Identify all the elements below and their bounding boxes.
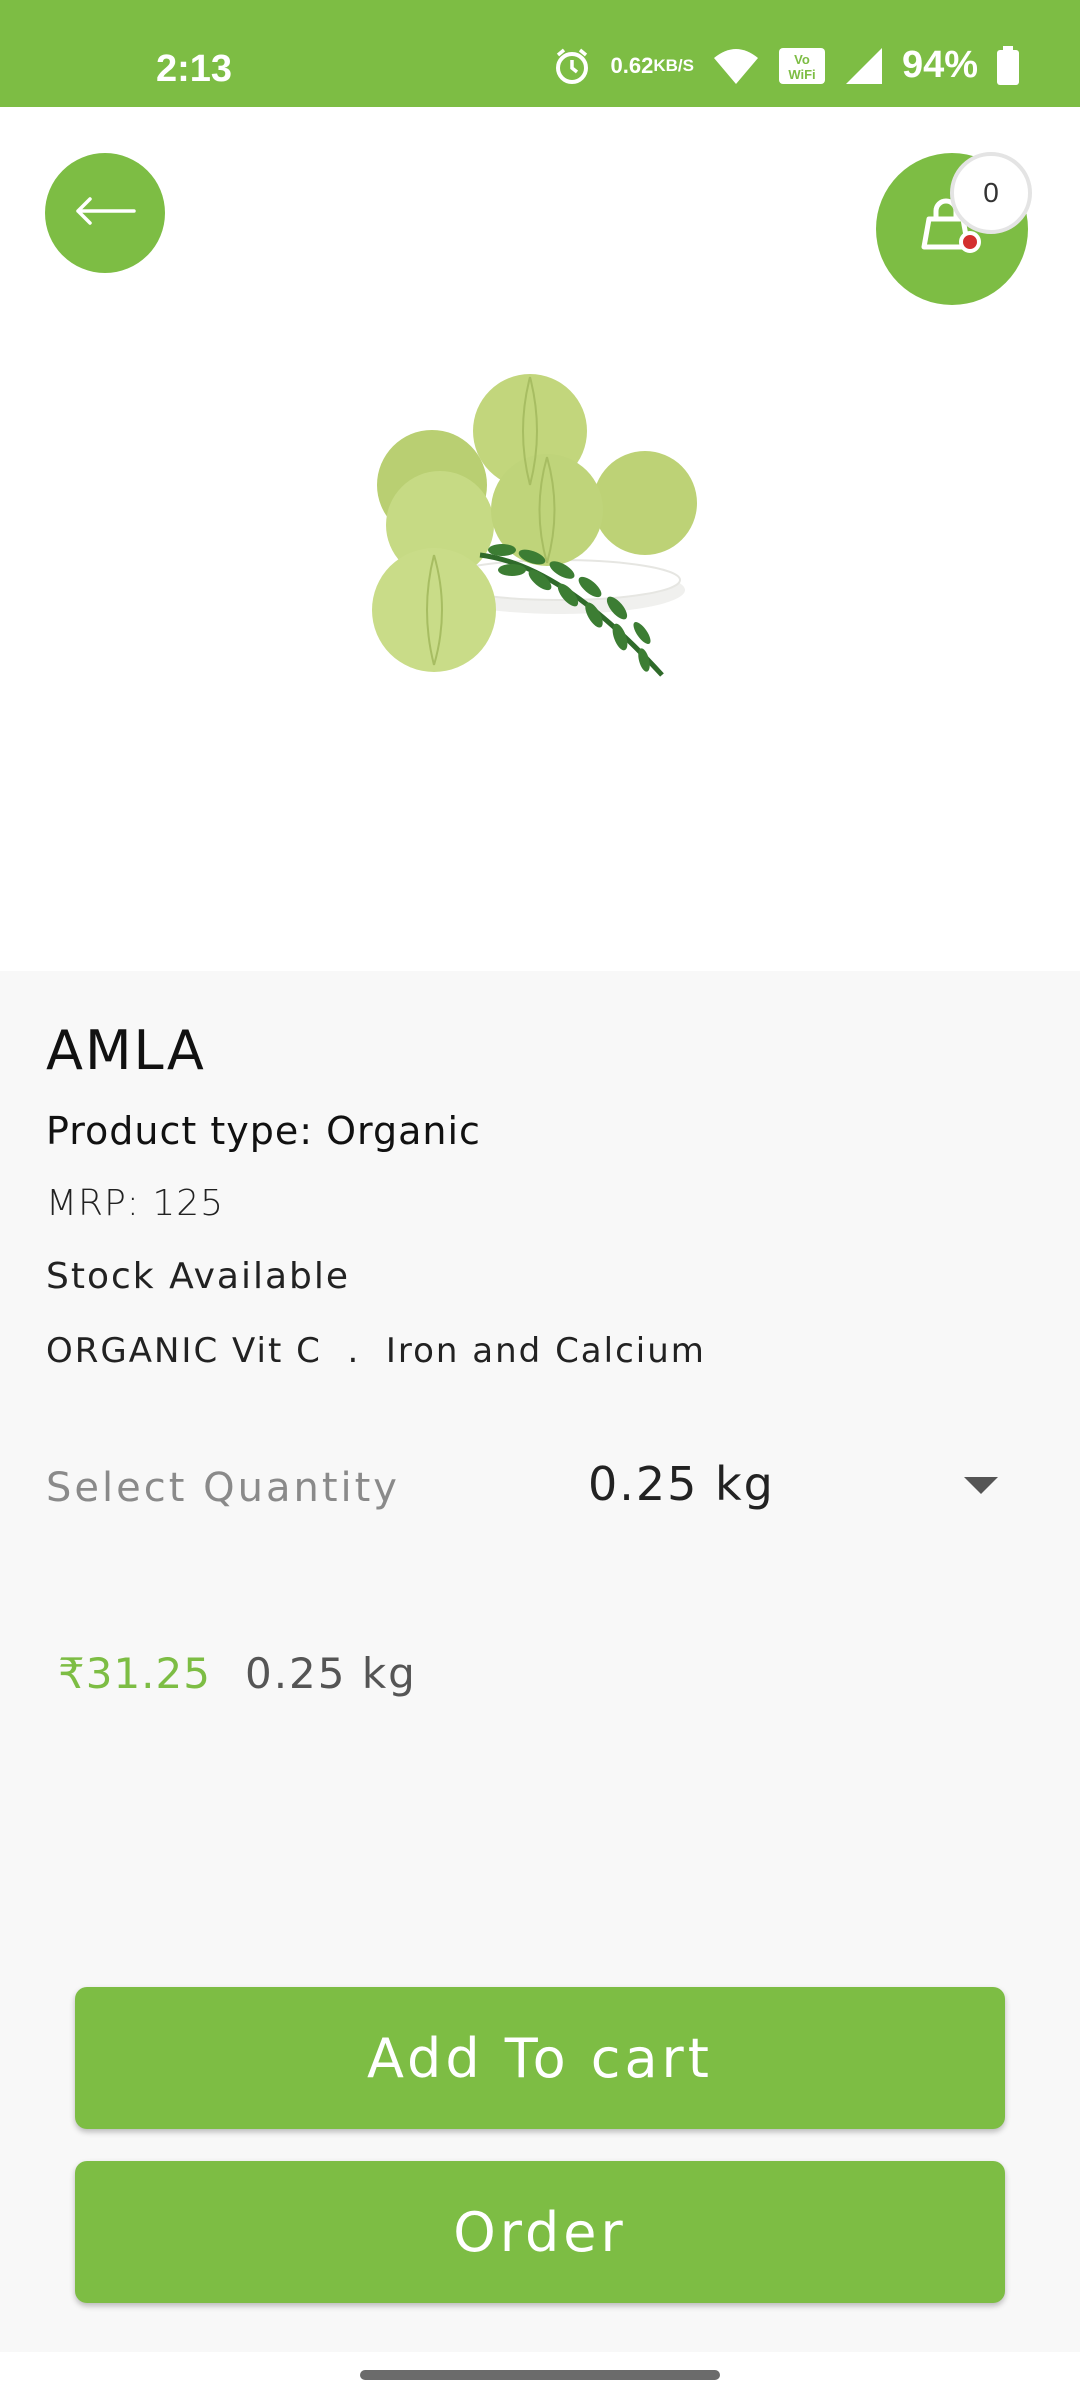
product-image <box>362 365 718 695</box>
dropdown-arrow-icon <box>964 1477 998 1494</box>
vowifi-icon: Vo WiFi <box>778 46 826 86</box>
signal-icon <box>844 46 884 86</box>
navigation-bar <box>0 2352 1080 2400</box>
product-description: ORGANIC Vit C . Iron and Calcium <box>46 1331 706 1371</box>
price-unit: 0.25 kg <box>244 1649 417 1698</box>
order-button[interactable]: Order <box>75 2161 1005 2303</box>
product-title: AMLA <box>46 1019 206 1082</box>
svg-text:WiFi: WiFi <box>788 67 815 82</box>
wifi-icon <box>712 46 760 86</box>
battery-percentage: 94% <box>901 44 978 86</box>
product-details: AMLA Product type: Organic MRP: 125 Stoc… <box>0 971 1080 2352</box>
price-value: ₹31.25 <box>58 1649 211 1698</box>
product-mrp: MRP: 125 <box>46 1183 225 1224</box>
svg-text:Vo: Vo <box>794 52 810 67</box>
home-indicator[interactable] <box>360 2370 720 2380</box>
stock-status: Stock Available <box>46 1256 351 1297</box>
alarm-icon <box>552 46 592 86</box>
status-time: 2:13 <box>156 48 233 90</box>
product-type: Product type: Organic <box>46 1109 481 1153</box>
network-speed-unit: KB/S <box>653 56 694 75</box>
arrow-left-icon <box>74 196 136 230</box>
network-speed-value: 0.62 <box>610 52 654 78</box>
quantity-label: Select Quantity <box>46 1465 400 1511</box>
status-bar: 2:13 0.62 KB/S Vo WiFi 94% <box>0 0 1080 107</box>
quantity-selected-value: 0.25 kg <box>588 1457 775 1511</box>
network-speed: 0.62 KB/S <box>610 52 694 78</box>
battery-icon <box>996 45 1020 86</box>
quantity-dropdown[interactable]: 0.25 kg <box>586 1455 1006 1525</box>
back-button[interactable] <box>45 153 165 273</box>
cart-count-badge: 0 <box>950 152 1032 234</box>
cart-notification-dot <box>959 231 981 253</box>
product-header-area: 0 <box>0 107 1080 971</box>
add-to-cart-button[interactable]: Add To cart <box>75 1987 1005 2129</box>
price-row: ₹31.25 0.25 kg <box>58 1649 417 1709</box>
status-icons: 0.62 KB/S Vo WiFi 94% <box>552 44 1020 87</box>
